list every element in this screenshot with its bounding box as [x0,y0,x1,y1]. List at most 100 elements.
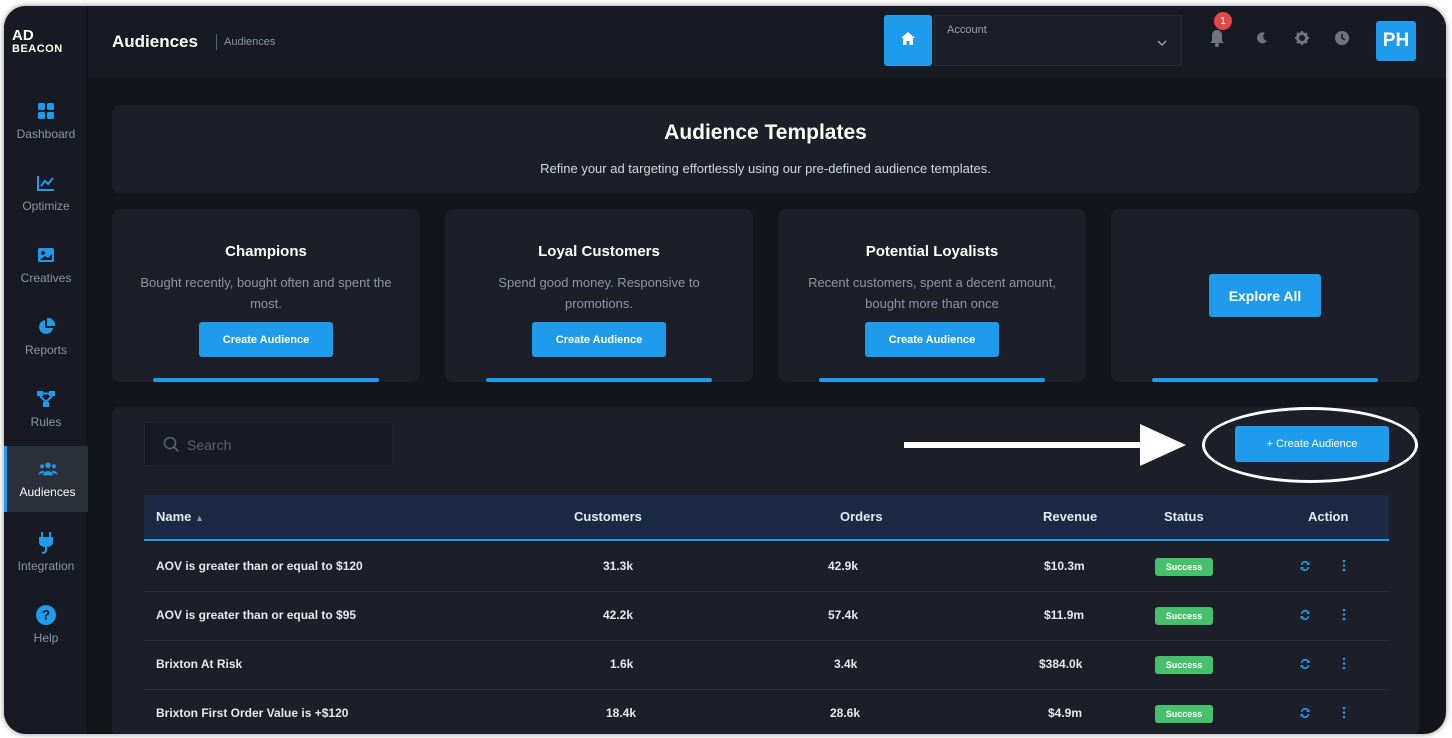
card-title: Potential Loyalists [865,243,999,260]
sidebar-item-audiences[interactable]: Audiences [4,446,88,512]
sidebar-item-creatives[interactable]: Creatives [4,232,88,298]
templates-subtitle: Refine your ad targeting effortlessly us… [540,161,991,176]
create-audience-button-champions[interactable]: Create Audience [199,322,333,357]
theme-toggle-button[interactable] [1250,28,1274,52]
grid-icon [36,101,56,121]
home-icon [901,31,915,50]
home-button[interactable] [884,15,932,66]
sidebar-item-label: Help [33,631,59,645]
card-accent-bar [819,378,1045,382]
sidebar-item-label: Creatives [20,271,72,285]
image-icon [36,245,56,265]
sync-icon[interactable] [1299,706,1311,724]
search-input[interactable]: Search [144,422,393,466]
table-row[interactable]: Brixton At Risk 1.6k 3.4k $384.0k Succes… [144,641,1389,690]
chevron-down-icon [1157,34,1167,52]
avatar[interactable]: PH [1376,21,1416,61]
sidebar-item-label: Reports [24,343,68,357]
column-header-name[interactable]: Name ▲ [156,509,204,524]
settings-button[interactable] [1290,28,1314,52]
sidebar-item-reports[interactable]: Reports [4,304,88,370]
app-window: AD BEACON Dashboard Optimize Creatives R… [4,6,1446,734]
cell-revenue: $10.3m [1044,559,1085,573]
sync-icon[interactable] [1299,608,1311,626]
table-row[interactable]: AOV is greater than or equal to $120 31.… [144,543,1389,592]
card-accent-bar [486,378,712,382]
plug-icon [36,532,56,554]
template-card-potential-loyalists: Potential Loyalists Recent customers, sp… [778,209,1086,382]
sidebar-item-help[interactable]: ? Help [4,592,88,658]
search-placeholder: Search [187,437,232,453]
annotation-arrow-icon [904,424,1186,466]
column-header-status[interactable]: Status [1164,509,1204,524]
audience-list-panel: Search + Create Audience Name ▲ Customer… [112,407,1419,734]
sync-icon[interactable] [1299,559,1311,577]
template-card-explore: Explore All [1111,209,1419,382]
templates-header: Audience Templates Refine your ad target… [112,105,1419,193]
more-vertical-icon[interactable] [1342,559,1346,577]
account-select[interactable]: Account [934,15,1182,66]
page-title: Audiences [112,32,198,51]
card-accent-bar [153,378,379,382]
create-audience-button-potential-loyalists[interactable]: Create Audience [865,322,999,357]
pie-chart-icon [36,317,56,337]
sidebar-item-label: Dashboard [16,127,76,141]
moon-icon [1256,31,1268,49]
sidebar-item-rules[interactable]: Rules [4,376,88,442]
topbar: Audiences Audiences Account 1 PH [88,6,1446,78]
table-header: Name ▲ Customers Orders Revenue Status A… [144,495,1389,541]
templates-title: Audience Templates [664,121,867,144]
status-badge: Success [1155,705,1213,723]
sidebar-item-label: Optimize [22,199,70,213]
sort-ascending-icon: ▲ [195,513,204,523]
column-header-customers[interactable]: Customers [574,509,642,524]
card-accent-bar [1152,378,1378,382]
search-icon [163,436,180,458]
sidebar: AD BEACON Dashboard Optimize Creatives R… [4,6,88,734]
status-badge: Success [1155,656,1213,674]
card-description: Recent customers, spent a decent amount,… [808,275,1056,311]
sidebar-item-label: Rules [30,415,62,429]
cell-revenue: $11.9m [1044,608,1085,622]
card-title: Loyal Customers [538,243,660,260]
sync-icon[interactable] [1299,657,1311,675]
card-title: Champions [225,243,307,260]
trend-chart-icon [36,173,56,193]
table-row[interactable]: AOV is greater than or equal to $95 42.2… [144,592,1389,641]
more-vertical-icon[interactable] [1342,608,1346,626]
sidebar-item-integration[interactable]: Integration [4,520,88,586]
cell-name: AOV is greater than or equal to $120 [156,559,363,573]
adbeacon-logo[interactable]: AD BEACON [12,28,82,78]
cell-orders: 3.4k [834,657,858,671]
column-header-label: Name [156,509,192,524]
sidebar-item-dashboard[interactable]: Dashboard [4,88,88,154]
breadcrumb[interactable]: Audiences [216,34,275,50]
explore-all-button[interactable]: Explore All [1209,274,1321,317]
cell-name: AOV is greater than or equal to $95 [156,608,357,622]
create-audience-button-loyal-customers[interactable]: Create Audience [532,322,666,357]
cell-name: Brixton At Risk [156,657,243,671]
notifications-button[interactable] [1205,28,1229,52]
status-badge: Success [1155,558,1213,576]
cell-orders: 42.9k [828,559,859,573]
cell-orders: 28.6k [830,706,861,720]
history-button[interactable] [1330,28,1354,52]
cell-orders: 57.4k [828,608,859,622]
account-label: Account [947,24,987,36]
sidebar-item-optimize[interactable]: Optimize [4,160,88,226]
cell-revenue: $384.0k [1039,657,1083,671]
logo-text-beacon: BEACON [12,43,63,55]
clock-icon [1335,30,1349,50]
more-vertical-icon[interactable] [1342,706,1346,724]
cell-customers: 31.3k [603,559,634,573]
bell-icon [1209,29,1225,52]
column-header-orders[interactable]: Orders [840,509,883,524]
table-row[interactable]: Brixton First Order Value is +$120 18.4k… [144,690,1389,734]
column-header-revenue[interactable]: Revenue [1043,509,1097,524]
cell-customers: 42.2k [603,608,634,622]
more-vertical-icon[interactable] [1342,657,1346,675]
logo-text-ad: AD [12,27,34,44]
column-header-action: Action [1308,509,1349,524]
status-badge: Success [1155,607,1213,625]
create-audience-button[interactable]: + Create Audience [1235,426,1389,462]
